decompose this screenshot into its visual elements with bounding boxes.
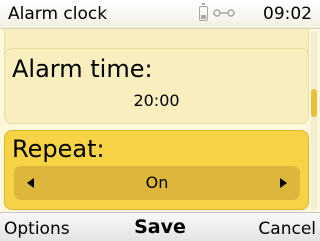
softkey-bar: Options Save Cancel [0,212,320,241]
app-title: Alarm clock [8,4,108,24]
repeat-value: On [145,173,169,192]
settings-list: On Alarm time: 20:00 Repeat: On [0,29,320,212]
signal-icon [213,9,235,17]
cancel-softkey[interactable]: Cancel [258,218,316,240]
battery-icon [199,3,208,21]
clock: 09:02 [263,4,312,24]
arrow-right-icon[interactable] [280,178,287,188]
alarm-time-label: Alarm time: [12,55,153,83]
scrollbar-thumb[interactable] [311,89,317,117]
alarm-time-field[interactable]: Alarm time: 20:00 [4,48,309,124]
repeat-label: Repeat: [12,135,105,163]
repeat-field[interactable]: Repeat: On [4,130,309,210]
status-bar: Alarm clock 09:02 [0,0,320,29]
alarm-time-value: 20:00 [133,91,180,110]
repeat-selector[interactable]: On [14,166,300,200]
scrollbar[interactable] [311,31,317,210]
